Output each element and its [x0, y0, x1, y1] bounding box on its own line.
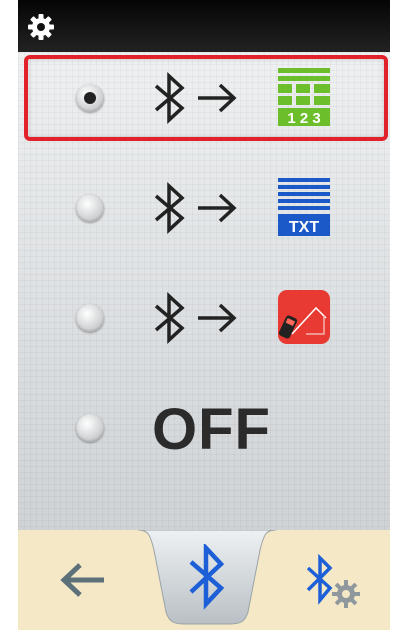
radio-button[interactable]	[76, 414, 104, 442]
txt-icon-text: TXT	[289, 219, 319, 236]
top-bar	[18, 0, 390, 52]
back-tab[interactable]	[18, 530, 138, 630]
txt-document-icon: TXT	[278, 178, 330, 236]
radio-button[interactable]	[76, 194, 104, 222]
option-bluetooth-to-txt[interactable]: TXT	[18, 162, 390, 254]
bluetooth-icon	[154, 72, 185, 124]
off-label: OFF	[152, 397, 271, 462]
option-off[interactable]: OFF	[18, 382, 390, 474]
bluetooth-icon	[154, 292, 185, 344]
bluetooth-icon	[154, 182, 185, 234]
option-bluetooth-to-calculator[interactable]: 1 2 3	[18, 52, 390, 144]
calculator-123-icon: 1 2 3	[278, 68, 330, 127]
radio-button-selected[interactable]	[76, 84, 104, 112]
radio-dot	[84, 92, 96, 104]
arrow-right-icon	[198, 83, 237, 113]
arrow-right-icon	[198, 193, 237, 223]
radio-button[interactable]	[76, 304, 104, 332]
output-options-list: 1 2 3 TXT OFF	[18, 52, 390, 530]
bluetooth-icon	[189, 544, 225, 610]
option-bluetooth-to-app[interactable]	[18, 272, 390, 364]
back-arrow-icon	[60, 563, 104, 597]
bluetooth-settings-tab[interactable]	[276, 530, 390, 630]
measuring-app-icon	[278, 290, 330, 344]
arrow-right-icon	[198, 303, 237, 333]
bottom-tab-bar	[18, 530, 390, 630]
device-screen: 1 2 3 TXT OFF	[18, 0, 390, 630]
bluetooth-tab-active[interactable]	[138, 530, 276, 630]
calculator-icon-text: 1 2 3	[287, 110, 320, 127]
gear-icon[interactable]	[26, 12, 56, 42]
bluetooth-settings-icon	[306, 554, 360, 608]
